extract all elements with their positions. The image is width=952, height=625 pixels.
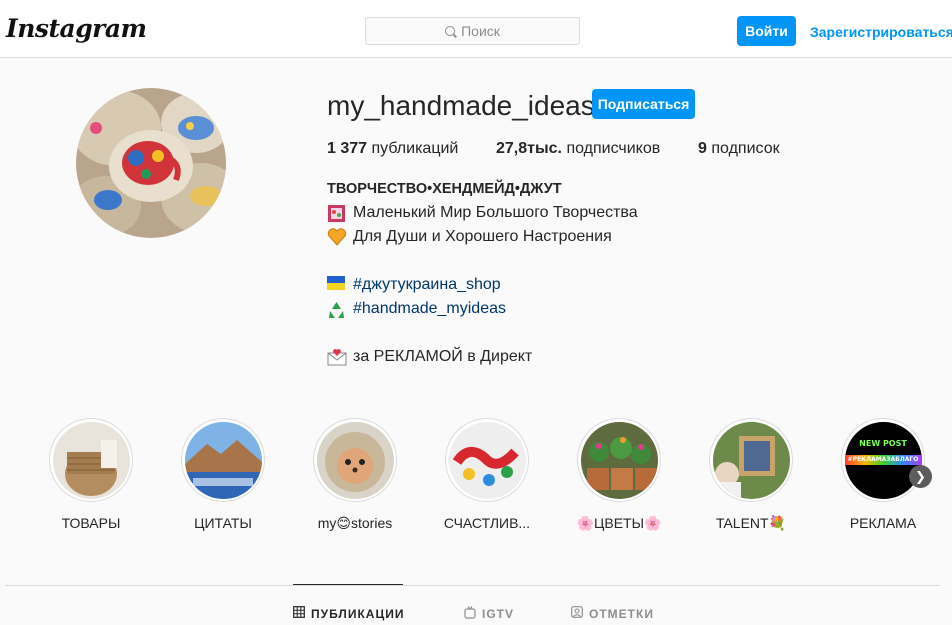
bio-line-tag-1: #джутукраина_shop bbox=[327, 276, 501, 294]
highlight-cover bbox=[712, 421, 790, 499]
bio-line-tag-2: #handmade_myideas bbox=[327, 300, 506, 318]
bio-text-1: Маленький Мир Большого Творчества bbox=[353, 204, 638, 221]
envelope-heart-icon bbox=[327, 348, 347, 366]
highlight-quotes[interactable]: ЦИТАТЫ bbox=[181, 418, 265, 531]
tab-posts[interactable]: ПУБЛИКАЦИИ bbox=[293, 606, 404, 621]
following-label: подписок bbox=[711, 140, 780, 157]
followers-stat[interactable]: 27,8тыс. подписчиков bbox=[496, 140, 660, 158]
signup-link[interactable]: Зарегистрироваться bbox=[810, 24, 952, 40]
search-placeholder: Поиск bbox=[461, 23, 500, 39]
ad-cover-tag: #РЕКЛАМАЗАБЛАГО bbox=[847, 455, 919, 463]
search-icon bbox=[445, 26, 456, 36]
highlight-label: ТОВАРЫ bbox=[61, 515, 121, 531]
highlight-flowers[interactable]: 🌸ЦВЕТЫ🌸 bbox=[577, 418, 661, 531]
igtv-icon bbox=[464, 606, 476, 622]
posts-count: 1 377 bbox=[327, 140, 368, 157]
ad-cover-title: NEW POST bbox=[859, 438, 907, 448]
highlight-label: TALENT💐 bbox=[715, 515, 787, 531]
bio-line-1: Маленький Мир Большого Творчества bbox=[327, 204, 638, 222]
tab-tagged[interactable]: ОТМЕТКИ bbox=[571, 606, 654, 621]
highlight-label: РЕКЛАМА bbox=[849, 515, 917, 531]
highlight-ring bbox=[49, 418, 133, 502]
bio-title: ТВОРЧЕСТВО•ХЕНДМЕЙД•ДЖУТ bbox=[327, 181, 562, 197]
highlight-ring bbox=[709, 418, 793, 502]
tabs-divider bbox=[5, 585, 940, 586]
tab-label: IGTV bbox=[482, 607, 515, 621]
ukraine-flag-icon bbox=[327, 276, 347, 294]
art-frame-icon bbox=[327, 204, 347, 222]
highlight-label: ЦИТАТЫ bbox=[194, 515, 252, 531]
profile-username: my_handmade_ideas bbox=[327, 90, 595, 121]
active-tab-indicator bbox=[293, 584, 403, 585]
tagged-icon bbox=[571, 606, 583, 621]
highlight-cover bbox=[448, 421, 526, 499]
grid-icon bbox=[293, 606, 305, 621]
bio-line-3: за РЕКЛАМОЙ в Директ bbox=[327, 348, 532, 366]
profile-avatar[interactable] bbox=[76, 88, 226, 238]
bio-text-2: Для Души и Хорошего Настроения bbox=[353, 228, 612, 245]
hashtag-link-1[interactable]: #джутукраина_shop bbox=[353, 276, 501, 294]
highlight-happy[interactable]: СЧАСТЛИВ... bbox=[444, 418, 530, 531]
hashtag-link-2[interactable]: #handmade_myideas bbox=[353, 300, 506, 318]
follow-button[interactable]: Подписаться bbox=[592, 89, 695, 119]
bio-text-3: за РЕКЛАМОЙ в Директ bbox=[353, 348, 533, 365]
highlight-goods[interactable]: ТОВАРЫ bbox=[49, 418, 133, 531]
highlight-cover bbox=[184, 421, 262, 499]
tab-igtv[interactable]: IGTV bbox=[464, 606, 514, 622]
followers-count: 27,8тыс. bbox=[496, 140, 562, 157]
highlight-ring: NEW POST #РЕКЛАМАЗАБЛАГО bbox=[841, 418, 925, 502]
highlight-cover bbox=[580, 421, 658, 499]
following-count: 9 bbox=[698, 140, 707, 157]
top-bar: Instagram Поиск Войти Зарегистрироваться bbox=[0, 0, 952, 58]
heart-icon bbox=[327, 228, 347, 246]
instagram-logo[interactable]: Instagram bbox=[6, 14, 147, 43]
tab-label: ОТМЕТКИ bbox=[589, 606, 654, 621]
highlight-label: my😊stories bbox=[317, 515, 393, 531]
highlight-ring bbox=[445, 418, 529, 502]
highlight-label: 🌸ЦВЕТЫ🌸 bbox=[576, 515, 662, 531]
highlight-ring bbox=[181, 418, 265, 502]
highlight-label: СЧАСТЛИВ... bbox=[443, 515, 531, 531]
highlight-ring bbox=[577, 418, 661, 502]
recycle-icon bbox=[327, 300, 347, 318]
posts-label: публикаций bbox=[371, 140, 459, 157]
tab-label: ПУБЛИКАЦИИ bbox=[311, 606, 405, 621]
highlight-cover bbox=[316, 421, 394, 499]
next-arrow-icon[interactable]: ❯ bbox=[909, 465, 932, 488]
following-stat[interactable]: 9 подписок bbox=[698, 140, 780, 158]
highlight-cover bbox=[52, 421, 130, 499]
highlight-cover: NEW POST #РЕКЛАМАЗАБЛАГО bbox=[844, 421, 922, 499]
login-button[interactable]: Войти bbox=[737, 16, 796, 46]
posts-stat: 1 377 публикаций bbox=[327, 140, 458, 158]
highlight-ads[interactable]: NEW POST #РЕКЛАМАЗАБЛАГО РЕКЛАМА bbox=[841, 418, 925, 531]
bio-line-2: Для Души и Хорошего Настроения bbox=[327, 228, 612, 246]
search-input[interactable]: Поиск bbox=[365, 17, 580, 45]
highlight-talent[interactable]: TALENT💐 bbox=[709, 418, 793, 531]
highlight-ring bbox=[313, 418, 397, 502]
followers-label: подписчиков bbox=[566, 140, 661, 157]
highlight-my-stories[interactable]: my😊stories bbox=[313, 418, 397, 531]
